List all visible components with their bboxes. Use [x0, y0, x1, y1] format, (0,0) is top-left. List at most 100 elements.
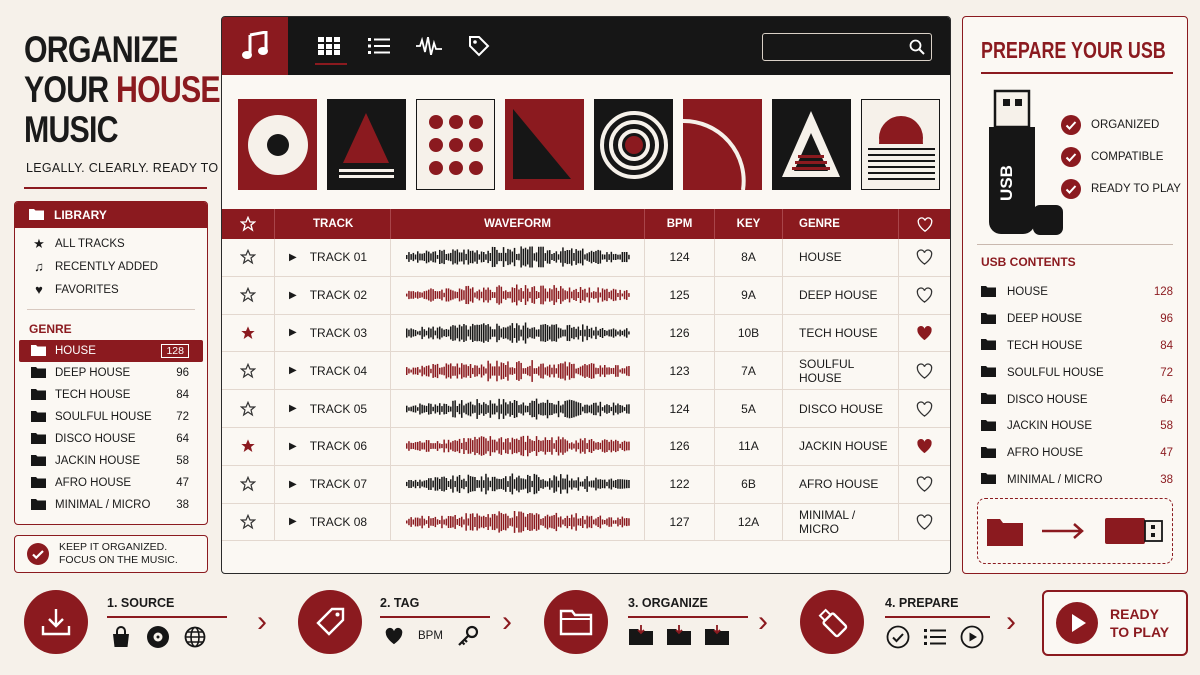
album-cover[interactable] [683, 99, 762, 190]
genre-item[interactable]: TECH HOUSE 84 [19, 384, 203, 406]
library-header[interactable]: LIBRARY [15, 202, 207, 228]
waveform-view-button[interactable] [404, 17, 454, 75]
star-toggle[interactable] [222, 465, 275, 503]
star-toggle[interactable] [222, 276, 275, 314]
folder-icon [31, 366, 46, 378]
favorite-toggle[interactable] [899, 352, 950, 389]
star-toggle[interactable] [222, 427, 275, 465]
track-cell: ▶ TRACK 08 [275, 503, 391, 541]
waveform-cell[interactable] [391, 239, 645, 276]
play-icon[interactable]: ▶ [289, 516, 297, 527]
favorite-toggle[interactable] [899, 239, 950, 276]
usb-folder-item[interactable]: SOULFUL HOUSE 72 [981, 359, 1173, 386]
usb-folder-item[interactable]: JACKIN HOUSE 58 [981, 413, 1173, 440]
play-icon[interactable]: ▶ [289, 365, 297, 376]
usb-drive-icon: USB [989, 89, 1063, 235]
play-icon[interactable]: ▶ [289, 327, 297, 338]
lib-item-recently-added[interactable]: ♫ RECENTLY ADDED [15, 255, 207, 278]
waveform-cell[interactable] [391, 465, 645, 503]
star-toggle[interactable] [222, 390, 275, 427]
search-icon[interactable] [909, 39, 925, 55]
waveform-cell[interactable] [391, 390, 645, 427]
header-key[interactable]: KEY [715, 209, 783, 239]
star-toggle[interactable] [222, 239, 275, 276]
usb-folder-item[interactable]: DEEP HOUSE 96 [981, 306, 1173, 333]
header-genre[interactable]: GENRE [783, 209, 899, 239]
track-cell: ▶ TRACK 03 [275, 314, 391, 352]
waveform-cell[interactable] [391, 352, 645, 390]
search-input[interactable] [773, 41, 903, 53]
favorite-toggle[interactable] [899, 277, 950, 314]
genre-item[interactable]: SOULFUL HOUSE 72 [19, 406, 203, 428]
header-bpm[interactable]: BPM [645, 209, 715, 239]
table-row[interactable]: ▶ TRACK 03 126 10B TECH HOUSE [222, 314, 950, 353]
usb-folder-item[interactable]: HOUSE 128 [981, 279, 1173, 306]
grid-view-button[interactable] [304, 17, 354, 75]
waveform-cell[interactable] [391, 276, 645, 314]
bpm-cell: 126 [645, 427, 715, 465]
genre-cell: MINIMAL / MICRO [783, 503, 899, 541]
table-row[interactable]: ▶ TRACK 05 124 5A DISCO HOUSE [222, 390, 950, 428]
album-cover[interactable] [416, 99, 495, 190]
step-source-circle[interactable] [24, 590, 88, 654]
waveform-cell[interactable] [391, 314, 645, 352]
check-organized: ORGANIZED [1061, 109, 1181, 141]
star-toggle[interactable] [222, 503, 275, 541]
favorite-toggle[interactable] [899, 466, 950, 503]
folder-icon [981, 339, 996, 351]
header-star[interactable] [222, 209, 275, 239]
star-toggle[interactable] [222, 314, 275, 352]
genre-count: 128 [161, 344, 189, 358]
lib-item-favorites[interactable]: ♥ FAVORITES [15, 278, 207, 301]
genre-item[interactable]: DEEP HOUSE 96 [19, 362, 203, 384]
genre-item[interactable]: AFRO HOUSE 47 [19, 472, 203, 494]
usb-folder-item[interactable]: MINIMAL / MICRO 38 [981, 467, 1173, 494]
tag-view-button[interactable] [454, 17, 504, 75]
track-cell: ▶ TRACK 02 [275, 276, 391, 314]
favorite-toggle[interactable] [899, 390, 950, 427]
album-cover[interactable] [772, 99, 851, 190]
star-toggle[interactable] [222, 352, 275, 390]
play-icon[interactable]: ▶ [289, 479, 297, 490]
table-row[interactable]: ▶ TRACK 06 126 11A JACKIN HOUSE [222, 427, 950, 466]
waveform-cell[interactable] [391, 427, 645, 465]
table-row[interactable]: ▶ TRACK 07 122 6B AFRO HOUSE [222, 465, 950, 504]
album-cover[interactable] [594, 99, 673, 190]
favorite-toggle[interactable] [899, 428, 950, 465]
table-row[interactable]: ▶ TRACK 02 125 9A DEEP HOUSE [222, 276, 950, 315]
step-tag-circle[interactable] [298, 590, 362, 654]
app-logo[interactable] [222, 17, 288, 75]
waveform-cell[interactable] [391, 503, 645, 541]
album-cover[interactable] [327, 99, 406, 190]
album-cover[interactable] [505, 99, 584, 190]
genre-item[interactable]: JACKIN HOUSE 58 [19, 450, 203, 472]
favorite-toggle[interactable] [899, 504, 950, 541]
step-organize-circle[interactable] [544, 590, 608, 654]
folder-icon-wrap [31, 454, 47, 469]
track-cell: ▶ TRACK 04 [275, 352, 391, 390]
table-row[interactable]: ▶ TRACK 04 123 7A SOULFUL HOUSE [222, 352, 950, 391]
genre-item[interactable]: HOUSE 128 [19, 340, 203, 362]
step-prepare-circle[interactable] [800, 590, 864, 654]
header-waveform[interactable]: WAVEFORM [391, 209, 645, 239]
table-row[interactable]: ▶ TRACK 08 127 12A MINIMAL / MICRO [222, 503, 950, 542]
search-box[interactable] [762, 33, 932, 61]
table-row[interactable]: ▶ TRACK 01 124 8A HOUSE [222, 239, 950, 277]
header-track[interactable]: TRACK [275, 209, 391, 239]
play-icon[interactable]: ▶ [289, 290, 297, 301]
genre-item[interactable]: MINIMAL / MICRO 38 [19, 494, 203, 516]
favorite-toggle[interactable] [899, 315, 950, 352]
list-view-button[interactable] [354, 17, 404, 75]
play-icon[interactable]: ▶ [289, 403, 297, 414]
header-heart[interactable] [899, 209, 950, 239]
usb-folder-item[interactable]: DISCO HOUSE 64 [981, 386, 1173, 413]
play-icon[interactable]: ▶ [289, 441, 297, 452]
usb-folder-item[interactable]: AFRO HOUSE 47 [981, 440, 1173, 467]
play-icon[interactable]: ▶ [289, 252, 297, 263]
genre-item[interactable]: DISCO HOUSE 64 [19, 428, 203, 450]
lib-item-all-tracks[interactable]: ★ ALL TRACKS [15, 232, 207, 255]
album-cover[interactable] [861, 99, 940, 190]
album-cover[interactable] [238, 99, 317, 190]
usb-folder-item[interactable]: TECH HOUSE 84 [981, 333, 1173, 360]
ready-to-play-button[interactable]: READY TO PLAY [1042, 590, 1188, 656]
